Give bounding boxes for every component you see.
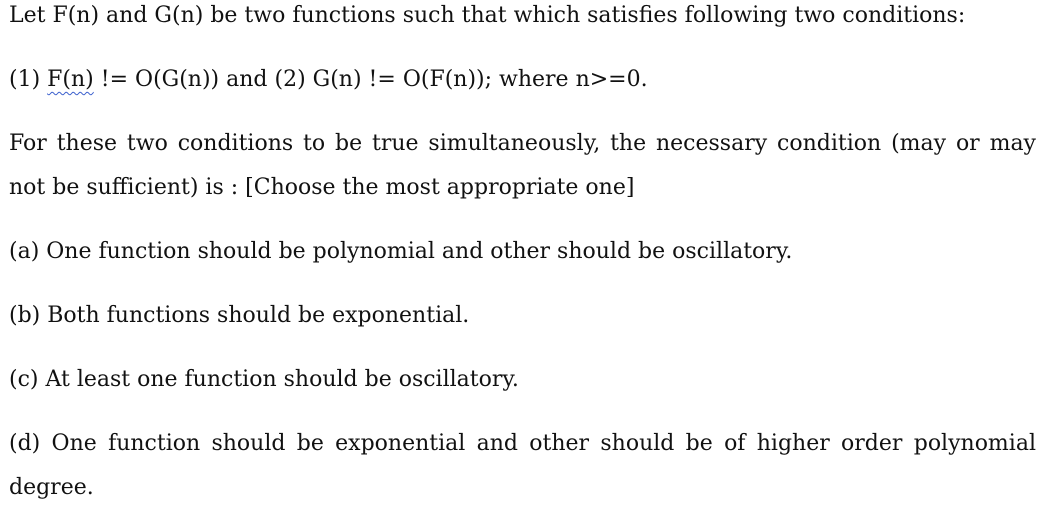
option-a: (a) One function should be polynomial an… [9, 239, 793, 264]
question-conditions: (1) F(n) != O(G(n)) and (2) G(n) != O(F(… [9, 58, 1036, 102]
spellcheck-marked-text: F(n) [47, 67, 94, 92]
option-b: (b) Both functions should be exponential… [9, 303, 470, 328]
option-c: (c) At least one function should be osci… [9, 367, 519, 392]
question-page: Let F(n) and G(n) be two functions such … [0, 0, 1045, 519]
conditions-rest: != O(G(n)) and (2) G(n) != O(F(n)); wher… [93, 67, 648, 92]
conditions-prefix: (1) [9, 67, 48, 92]
question-prompt: For these two conditions to be true simu… [9, 131, 1036, 200]
question-intro: Let F(n) and G(n) be two functions such … [9, 3, 966, 28]
option-d: (d) One function should be exponential a… [9, 431, 1036, 500]
